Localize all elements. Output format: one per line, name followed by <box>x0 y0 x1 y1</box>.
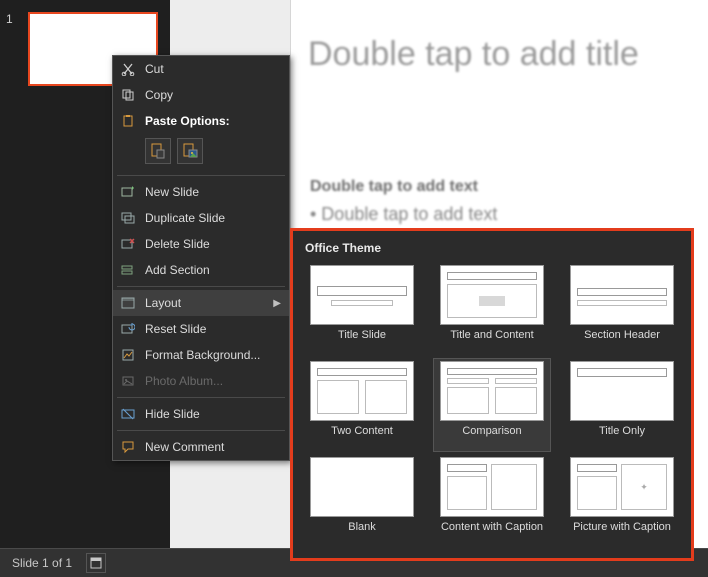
menu-duplicate-slide-label: Duplicate Slide <box>145 211 281 225</box>
menu-format-background-label: Format Background... <box>145 348 281 362</box>
layout-thumb <box>310 265 414 325</box>
paste-picture[interactable] <box>177 138 203 164</box>
app-root: 1 Double tap to add title Double tap to … <box>0 0 708 577</box>
menu-layout[interactable]: Layout ▶ <box>113 290 289 316</box>
menu-paste-options: Paste Options: <box>113 108 289 134</box>
paste-options-row <box>113 134 289 172</box>
menu-copy-label: Copy <box>145 88 281 102</box>
layout-flyout-header: Office Theme <box>305 241 681 255</box>
layout-caption: Title Slide <box>338 329 386 351</box>
layout-thumb <box>570 361 674 421</box>
menu-new-slide-label: New Slide <box>145 185 281 199</box>
duplicate-slide-icon <box>119 209 137 227</box>
menu-duplicate-slide[interactable]: Duplicate Slide <box>113 205 289 231</box>
menu-reset-slide-label: Reset Slide <box>145 322 281 336</box>
layout-caption: Content with Caption <box>441 521 543 543</box>
layout-option-title-only[interactable]: Title Only <box>564 359 680 451</box>
body-placeholder-bullet[interactable]: • Double tap to add text <box>310 204 497 225</box>
slide-context-menu: Cut Copy Paste Options: New Slide Duplic… <box>112 55 290 461</box>
layout-option-blank[interactable]: Blank <box>304 455 420 547</box>
status-slide-counter: Slide 1 of 1 <box>8 556 76 570</box>
menu-add-section-label: Add Section <box>145 263 281 277</box>
menu-layout-label: Layout <box>145 296 265 310</box>
notes-button[interactable] <box>86 553 106 573</box>
layout-thumb <box>440 265 544 325</box>
layout-option-picture-with-caption[interactable]: ✦ Picture with Caption <box>564 455 680 547</box>
menu-photo-album-label: Photo Album... <box>145 374 281 388</box>
layout-option-content-with-caption[interactable]: Content with Caption <box>434 455 550 547</box>
layout-grid: Title Slide Title and Content Section He… <box>303 263 681 547</box>
layout-caption: Comparison <box>462 425 521 447</box>
new-slide-icon <box>119 183 137 201</box>
layout-option-section-header[interactable]: Section Header <box>564 263 680 355</box>
slide-number: 1 <box>6 12 13 26</box>
menu-copy[interactable]: Copy <box>113 82 289 108</box>
layout-thumb <box>440 361 544 421</box>
clipboard-picture-icon <box>181 142 199 160</box>
menu-paste-options-label: Paste Options: <box>145 114 281 128</box>
menu-hide-slide-label: Hide Slide <box>145 407 281 421</box>
layout-option-title-and-content[interactable]: Title and Content <box>434 263 550 355</box>
menu-new-comment[interactable]: New Comment <box>113 434 289 460</box>
add-section-icon <box>119 261 137 279</box>
menu-cut-label: Cut <box>145 62 281 76</box>
layout-thumb: ✦ <box>570 457 674 517</box>
body-placeholder-heading[interactable]: Double tap to add text <box>310 178 478 196</box>
layout-thumb <box>310 457 414 517</box>
layout-thumb <box>310 361 414 421</box>
reset-slide-icon <box>119 320 137 338</box>
layout-caption: Two Content <box>331 425 393 447</box>
menu-format-background[interactable]: Format Background... <box>113 342 289 368</box>
menu-delete-slide-label: Delete Slide <box>145 237 281 251</box>
menu-photo-album: Photo Album... <box>113 368 289 394</box>
menu-hide-slide[interactable]: Hide Slide <box>113 401 289 427</box>
notes-icon <box>90 557 102 569</box>
cut-icon <box>119 60 137 78</box>
menu-separator <box>117 397 285 398</box>
layout-icon <box>119 294 137 312</box>
menu-separator <box>117 286 285 287</box>
menu-new-comment-label: New Comment <box>145 440 281 454</box>
delete-slide-icon <box>119 235 137 253</box>
menu-separator <box>117 430 285 431</box>
clipboard-theme-icon <box>149 142 167 160</box>
layout-flyout: Office Theme Title Slide Title and Conte… <box>290 228 694 561</box>
hide-slide-icon <box>119 405 137 423</box>
layout-caption: Title and Content <box>450 329 533 351</box>
layout-caption: Picture with Caption <box>573 521 671 543</box>
menu-cut[interactable]: Cut <box>113 56 289 82</box>
layout-caption: Blank <box>348 521 376 543</box>
menu-new-slide[interactable]: New Slide <box>113 179 289 205</box>
chevron-right-icon: ▶ <box>273 298 281 309</box>
copy-icon <box>119 86 137 104</box>
menu-reset-slide[interactable]: Reset Slide <box>113 316 289 342</box>
layout-thumb <box>570 265 674 325</box>
layout-thumb <box>440 457 544 517</box>
layout-option-comparison[interactable]: Comparison <box>434 359 550 451</box>
menu-separator <box>117 175 285 176</box>
paste-icon <box>119 112 137 130</box>
title-placeholder[interactable]: Double tap to add title <box>308 35 639 74</box>
new-comment-icon <box>119 438 137 456</box>
layout-caption: Title Only <box>599 425 645 447</box>
paste-use-destination-theme[interactable] <box>145 138 171 164</box>
layout-option-title-slide[interactable]: Title Slide <box>304 263 420 355</box>
menu-add-section[interactable]: Add Section <box>113 257 289 283</box>
layout-option-two-content[interactable]: Two Content <box>304 359 420 451</box>
format-background-icon <box>119 346 137 364</box>
menu-delete-slide[interactable]: Delete Slide <box>113 231 289 257</box>
layout-caption: Section Header <box>584 329 660 351</box>
photo-album-icon <box>119 372 137 390</box>
